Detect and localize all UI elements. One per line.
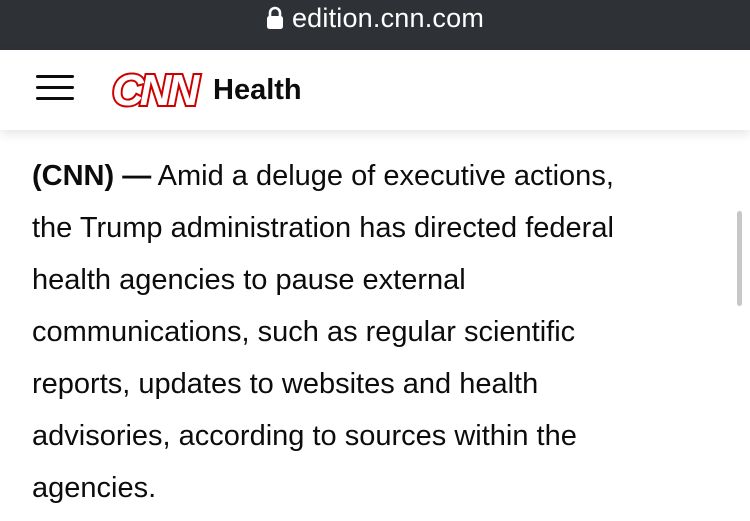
article-line: advisories, according to sources within … xyxy=(32,420,577,452)
article-line: the Trump administration has directed fe… xyxy=(32,212,614,244)
svg-text:CNN: CNN xyxy=(112,66,201,112)
article-body: (CNN) — Amid a deluge of executive actio… xyxy=(32,150,722,514)
article-line: health agencies to pause external xyxy=(32,264,466,296)
site-header: CNN Health xyxy=(0,50,750,130)
browser-url-bar[interactable]: edition.cnn.com xyxy=(0,0,750,50)
dateline: (CNN) — xyxy=(32,160,152,192)
cnn-logo[interactable]: CNN xyxy=(110,66,206,112)
article-text: Amid a deluge of executive actions, xyxy=(151,160,614,192)
section-label[interactable]: Health xyxy=(213,70,302,110)
lock-icon xyxy=(266,6,283,29)
article-line: agencies. xyxy=(32,472,157,504)
article-line: (CNN) — Amid a deluge of executive actio… xyxy=(32,150,722,202)
article-line: reports, updates to websites and health xyxy=(32,368,539,400)
article-line: communications, such as regular scientif… xyxy=(32,316,576,348)
url-text: edition.cnn.com xyxy=(291,2,485,33)
scrollbar-thumb[interactable] xyxy=(737,211,742,306)
url-display[interactable]: edition.cnn.com xyxy=(266,3,484,34)
hamburger-menu-icon[interactable] xyxy=(36,75,74,101)
